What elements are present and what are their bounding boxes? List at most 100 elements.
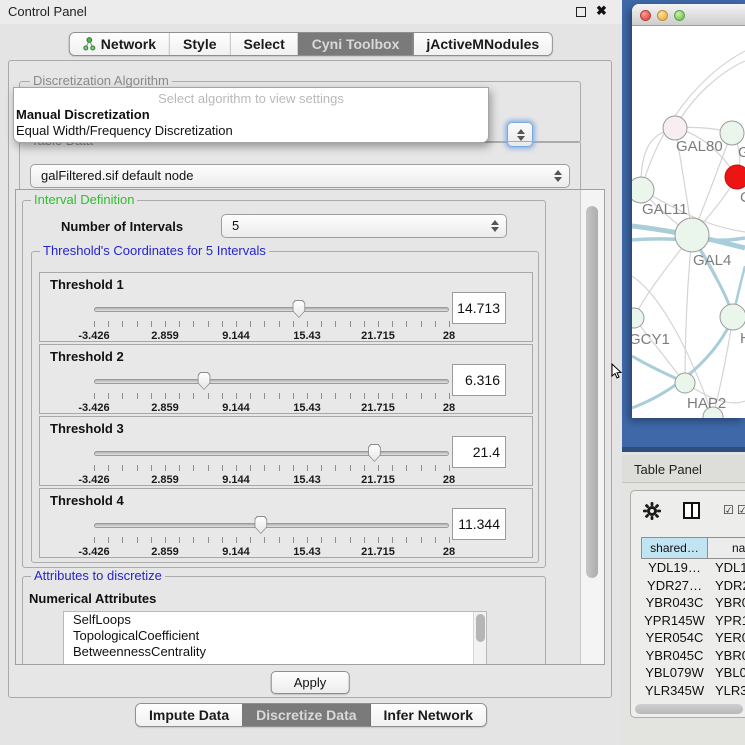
dropdown-option-equal-width-frequency-discretization[interactable]: Equal Width/Frequency Discretization bbox=[14, 123, 488, 139]
column-header-name[interactable]: na bbox=[708, 537, 745, 559]
threshold-slider[interactable]: -3.4262.8599.14415.4321.71528 bbox=[94, 371, 449, 411]
column-header-shared-name[interactable]: shared… bbox=[641, 537, 708, 559]
cell-name[interactable]: YDL1 bbox=[708, 559, 745, 577]
gear-icon[interactable] bbox=[643, 502, 661, 520]
table-data-combobox[interactable]: galFiltered.sif default node bbox=[30, 164, 570, 188]
network-edge[interactable] bbox=[634, 318, 685, 383]
interval-group-title: Interval Definition bbox=[31, 193, 137, 207]
threshold-slider[interactable]: -3.4262.8599.14415.4321.71528 bbox=[94, 299, 449, 339]
cell-name[interactable]: YIL0 bbox=[708, 699, 745, 702]
float-window-icon[interactable] bbox=[576, 7, 586, 17]
cell-shared-name[interactable]: YPR145W bbox=[641, 612, 708, 630]
table-horizontal-scrollbar[interactable] bbox=[633, 703, 745, 715]
tab-network[interactable]: Network bbox=[70, 33, 169, 55]
cell-name[interactable]: YBL0 bbox=[708, 664, 745, 682]
table-row[interactable]: YDL19…YDL1 bbox=[641, 559, 745, 577]
tab-label: jActiveMNodules bbox=[426, 36, 539, 52]
cell-shared-name[interactable]: YER054C bbox=[641, 629, 708, 647]
settings-vertical-scrollbar[interactable] bbox=[580, 190, 605, 664]
slider-thumb[interactable] bbox=[291, 300, 306, 318]
cell-shared-name[interactable]: YIL052C bbox=[641, 699, 708, 702]
red-node[interactable] bbox=[725, 165, 745, 189]
slider-thumb[interactable] bbox=[197, 372, 212, 390]
settings-scrollpane: Interval Definition Number of Intervals … bbox=[15, 189, 605, 665]
attribute-list-scrollbar[interactable] bbox=[473, 612, 486, 665]
attribute-list-scrollbar-thumb[interactable] bbox=[476, 614, 485, 642]
threshold-value-field[interactable]: 21.4 bbox=[452, 436, 506, 468]
dropdown-placeholder-option[interactable]: Select algorithm to view settings bbox=[14, 91, 488, 107]
cell-name[interactable]: YBR0 bbox=[708, 594, 745, 612]
settings-scrollbar-thumb[interactable] bbox=[586, 206, 598, 578]
gal80-node[interactable] bbox=[663, 116, 687, 140]
table-rows: YDL19…YDL1YDR27…YDR2YBR043CYBR0YPR145WYP… bbox=[641, 559, 745, 702]
cell-shared-name[interactable]: YDR27… bbox=[641, 577, 708, 595]
cell-name[interactable]: YBR0 bbox=[708, 647, 745, 665]
cell-shared-name[interactable]: YBR043C bbox=[641, 594, 708, 612]
tab-select[interactable]: Select bbox=[230, 33, 298, 55]
interval-definition-group: Interval Definition Number of Intervals … bbox=[22, 200, 546, 568]
gal4-node[interactable] bbox=[675, 218, 709, 252]
cell-shared-name[interactable]: YDL19… bbox=[641, 559, 708, 577]
cell-name[interactable]: YPR1 bbox=[708, 612, 745, 630]
dropdown-option-manual-discretization[interactable]: Manual Discretization bbox=[14, 107, 488, 123]
table-row[interactable]: YER054CYER0 bbox=[641, 629, 745, 647]
slider-thumb[interactable] bbox=[253, 516, 268, 534]
number-of-intervals-spinner[interactable]: 5 bbox=[221, 214, 507, 238]
zoom-traffic-light[interactable] bbox=[674, 10, 685, 21]
table-row[interactable]: YBR045CYBR0 bbox=[641, 647, 745, 665]
apply-button[interactable]: Apply bbox=[271, 671, 350, 694]
h-node[interactable] bbox=[720, 304, 745, 330]
tab-impute-data[interactable]: Impute Data bbox=[136, 704, 242, 726]
slider-ticks bbox=[94, 537, 449, 544]
tab-infer-network[interactable]: Infer Network bbox=[370, 704, 486, 726]
attributes-to-discretize-group: Attributes to discretize Numerical Attri… bbox=[22, 576, 546, 665]
gcy1-node[interactable] bbox=[632, 308, 644, 328]
attribute-item-topologicalcoefficient[interactable]: TopologicalCoefficient bbox=[64, 628, 486, 644]
slider-track[interactable] bbox=[94, 379, 449, 384]
threshold-slider[interactable]: -3.4262.8599.14415.4321.71528 bbox=[94, 515, 449, 555]
threshold-value-field[interactable]: 6.316 bbox=[452, 364, 506, 396]
slider-thumb[interactable] bbox=[367, 444, 382, 462]
tab-cyni-toolbox[interactable]: Cyni Toolbox bbox=[298, 33, 413, 55]
tab-style[interactable]: Style bbox=[169, 33, 229, 55]
slider-track[interactable] bbox=[94, 307, 449, 312]
split-column-icon[interactable] bbox=[683, 502, 700, 519]
checkbox-icon[interactable]: ☑ bbox=[737, 504, 745, 516]
table-row[interactable]: YPR145WYPR1 bbox=[641, 612, 745, 630]
slider-track[interactable] bbox=[94, 451, 449, 456]
attribute-item-betweennesscentrality[interactable]: BetweennessCentrality bbox=[64, 644, 486, 660]
close-traffic-light[interactable] bbox=[640, 10, 651, 21]
table-row[interactable]: YLR345WYLR3 bbox=[641, 682, 745, 700]
cell-shared-name[interactable]: YBL079W bbox=[641, 664, 708, 682]
threshold-value-field[interactable]: 11.344 bbox=[452, 508, 506, 540]
table-panel-body: ☑ ☑ shared… na YDL19…YDL1YDR27…YDR2YBR04… bbox=[630, 490, 745, 718]
table-panel: Table Panel bbox=[622, 452, 745, 745]
tab-jactivemnodules[interactable]: jActiveMNodules bbox=[412, 33, 552, 55]
cell-name[interactable]: YDR2 bbox=[708, 577, 745, 595]
hap2-node[interactable] bbox=[675, 373, 695, 393]
threshold-value-field[interactable]: 14.713 bbox=[452, 292, 506, 324]
checkbox-icon[interactable]: ☑ bbox=[723, 504, 734, 516]
tab-discretize-data[interactable]: Discretize Data bbox=[242, 704, 369, 726]
table-row[interactable]: YDR27…YDR2 bbox=[641, 577, 745, 595]
slider-track[interactable] bbox=[94, 523, 449, 528]
table-row[interactable]: YBR043CYBR0 bbox=[641, 594, 745, 612]
numerical-attributes-list[interactable]: SelfLoopsTopologicalCoefficientBetweenne… bbox=[63, 611, 487, 665]
minimize-traffic-light[interactable] bbox=[657, 10, 668, 21]
network-window-titlebar bbox=[632, 4, 745, 26]
cell-shared-name[interactable]: YBR045C bbox=[641, 647, 708, 665]
network-canvas[interactable]: GAL80GACGAL11GAL4GCY1HHAP2 bbox=[632, 26, 745, 418]
gal11-node[interactable] bbox=[632, 177, 654, 203]
cell-shared-name[interactable]: YLR345W bbox=[641, 682, 708, 700]
network-edge[interactable] bbox=[675, 61, 745, 128]
table-row[interactable]: YBL079WYBL0 bbox=[641, 664, 745, 682]
threshold-slider[interactable]: -3.4262.8599.14415.4321.71528 bbox=[94, 443, 449, 483]
close-icon[interactable]: ✖ bbox=[596, 3, 607, 19]
table-row[interactable]: YIL052CYIL0 bbox=[641, 699, 745, 702]
table-hscrollbar-thumb[interactable] bbox=[635, 704, 743, 714]
top-right-node[interactable] bbox=[720, 121, 744, 145]
attribute-item-selfloops[interactable]: SelfLoops bbox=[64, 612, 486, 628]
cell-name[interactable]: YER0 bbox=[708, 629, 745, 647]
cell-name[interactable]: YLR3 bbox=[708, 682, 745, 700]
app-root: Control Panel ✖ NetworkStyleSelectCyni T… bbox=[0, 0, 745, 745]
